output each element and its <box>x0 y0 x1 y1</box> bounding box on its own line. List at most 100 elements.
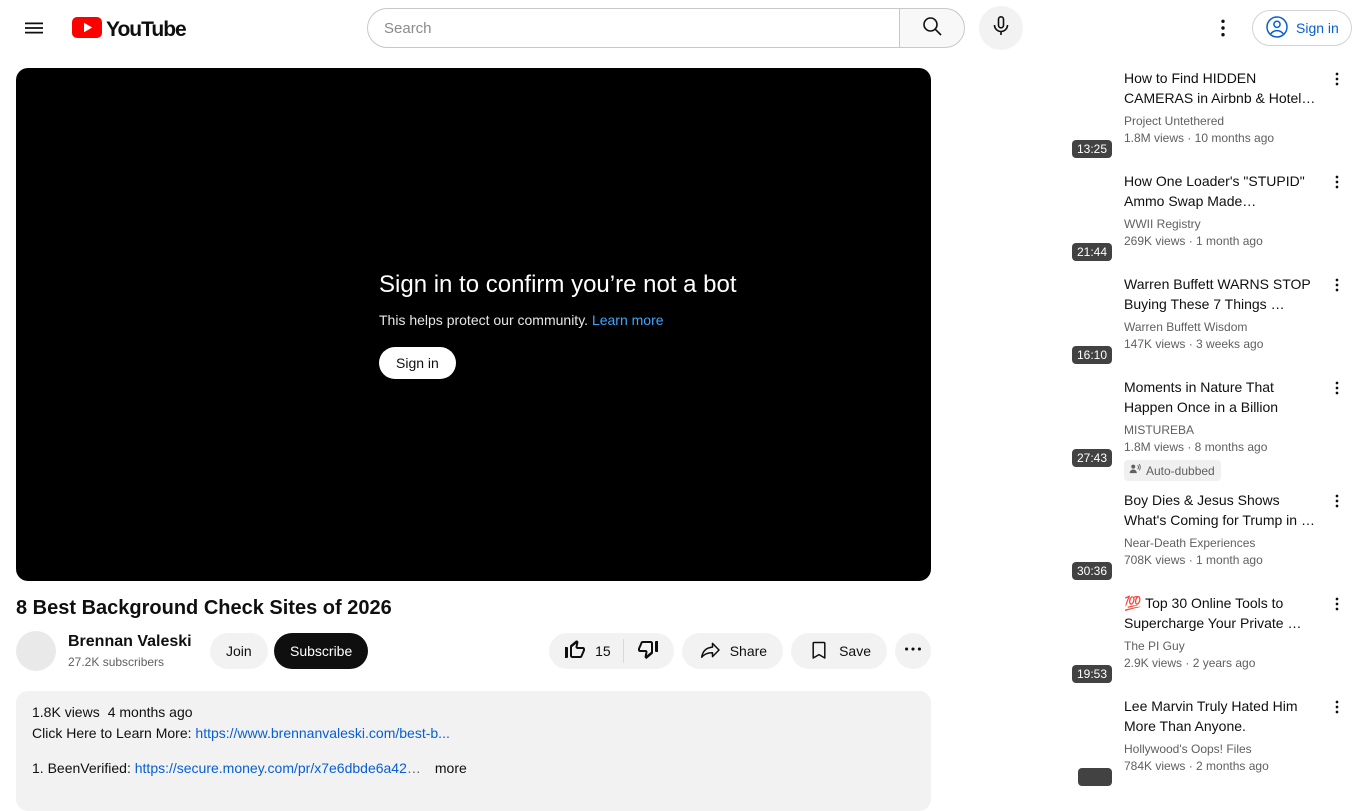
share-arrow-icon <box>698 638 722 665</box>
kebab-vertical-icon <box>1328 597 1346 617</box>
related-video-item[interactable]: 27:43 Moments in Nature That Happen Once… <box>948 377 1350 481</box>
related-video-title[interactable]: 💯 Top 30 Online Tools to Supercharge You… <box>1124 593 1320 633</box>
related-video-meta: 269K views · 1 month ago <box>1124 234 1263 248</box>
channel-subscriber-count: 27.2K subscribers <box>68 655 165 669</box>
channel-avatar[interactable] <box>16 631 56 671</box>
description-box[interactable]: 1.8K views 4 months ago Click Here to Lea… <box>16 691 931 811</box>
learn-more-link[interactable]: Learn more <box>592 312 664 328</box>
youtube-play-icon <box>72 17 102 43</box>
related-video-options-button[interactable] <box>1328 492 1348 516</box>
video-info: Lee Marvin Truly Hated Him More Than Any… <box>1124 696 1320 775</box>
description-stats: 1.8K views 4 months ago <box>32 702 915 722</box>
duration-badge <box>1078 768 1112 786</box>
related-video-meta: 1.8M views · 10 months ago <box>1124 131 1275 145</box>
related-video-meta: 708K views · 1 month ago <box>1124 553 1263 567</box>
related-video-meta: 2.9K views · 2 years ago <box>1124 656 1256 670</box>
channel-action-row: Brennan Valeski 27.2K subscribers Join S… <box>16 630 931 674</box>
kebab-vertical-icon <box>1328 72 1346 92</box>
related-video-options-button[interactable] <box>1328 173 1348 197</box>
video-thumbnail[interactable]: 21:44 <box>948 171 1116 265</box>
related-video-item[interactable]: 13:25 How to Find HIDDEN CAMERAS in Airb… <box>948 68 1350 162</box>
video-info: How to Find HIDDEN CAMERAS in Airbnb & H… <box>1124 68 1320 147</box>
related-video-channel[interactable]: The PI Guy <box>1124 638 1320 654</box>
video-thumbnail[interactable]: 27:43 <box>948 377 1116 471</box>
related-video-title[interactable]: How One Loader's "STUPID" Ammo Swap Made… <box>1124 171 1320 211</box>
save-button[interactable]: Save <box>791 633 887 669</box>
dislike-button[interactable] <box>624 633 674 669</box>
description-link-2[interactable]: https://secure.money.com/pr/x7e6dbde6a42 <box>135 760 407 776</box>
ellipsis-horizontal-icon <box>902 638 924 665</box>
related-video-title[interactable]: Warren Buffett WARNS STOP Buying These 7… <box>1124 274 1320 314</box>
thumb-up-icon <box>563 638 587 665</box>
share-button[interactable]: Share <box>681 633 784 669</box>
related-video-title[interactable]: Moments in Nature That Happen Once in a … <box>1124 377 1320 417</box>
video-thumbnail[interactable]: 19:53 <box>948 593 1116 687</box>
related-video-item[interactable]: 19:53 💯 Top 30 Online Tools to Superchar… <box>948 593 1350 687</box>
like-count: 15 <box>595 643 611 659</box>
kebab-vertical-icon <box>1328 278 1346 298</box>
bot-check-subtitle: This helps protect our community. <box>379 311 589 328</box>
related-video-meta: 1.8M views · 8 months ago <box>1124 440 1268 454</box>
search-icon <box>920 14 944 43</box>
hamburger-menu-icon[interactable] <box>22 16 46 40</box>
related-video-channel[interactable]: Warren Buffett Wisdom <box>1124 319 1320 335</box>
video-info: Moments in Nature That Happen Once in a … <box>1124 377 1320 481</box>
kebab-vertical-icon <box>1328 494 1346 514</box>
like-button[interactable]: 15 <box>549 633 623 669</box>
related-video-title[interactable]: Boy Dies & Jesus Shows What's Coming for… <box>1124 490 1320 530</box>
related-video-item[interactable]: Lee Marvin Truly Hated Him More Than Any… <box>948 696 1350 790</box>
search-input[interactable] <box>367 8 899 48</box>
related-video-channel[interactable]: Project Untethered <box>1124 113 1320 129</box>
video-thumbnail[interactable]: 13:25 <box>948 68 1116 162</box>
related-video-channel[interactable]: Near-Death Experiences <box>1124 535 1320 551</box>
related-video-item[interactable]: 21:44 How One Loader's "STUPID" Ammo Swa… <box>948 171 1350 265</box>
search-bar <box>367 8 965 48</box>
duration-badge: 21:44 <box>1071 243 1112 261</box>
upload-age: 4 months ago <box>107 704 193 720</box>
video-thumbnail[interactable] <box>948 696 1116 790</box>
kebab-vertical-icon <box>1328 175 1346 195</box>
channel-name[interactable]: Brennan Valeski <box>68 633 192 651</box>
more-actions-button[interactable] <box>895 633 931 669</box>
kebab-vertical-icon <box>1328 700 1346 720</box>
related-video-item[interactable]: 30:36 Boy Dies & Jesus Shows What's Comi… <box>948 490 1350 584</box>
related-video-options-button[interactable] <box>1328 70 1348 94</box>
related-video-options-button[interactable] <box>1328 379 1348 403</box>
duration-badge: 16:10 <box>1071 346 1112 364</box>
join-button[interactable]: Join <box>210 633 268 669</box>
thumb-down-icon <box>636 637 660 666</box>
related-video-meta: 784K views · 2 months ago <box>1124 759 1269 773</box>
video-info: Boy Dies & Jesus Shows What's Coming for… <box>1124 490 1320 569</box>
related-video-channel[interactable]: WWII Registry <box>1124 216 1320 232</box>
video-thumbnail[interactable]: 16:10 <box>948 274 1116 368</box>
description-more-button[interactable]: more <box>435 760 467 776</box>
auto-dubbed-badge: Auto-dubbed <box>1124 460 1221 481</box>
speaking-person-icon <box>1128 462 1142 479</box>
related-video-title[interactable]: Lee Marvin Truly Hated Him More Than Any… <box>1124 696 1320 736</box>
description-link-1[interactable]: https://www.brennanvaleski.com/best-b... <box>195 725 449 741</box>
youtube-logo[interactable]: YouTube <box>72 17 187 43</box>
related-video-title[interactable]: How to Find HIDDEN CAMERAS in Airbnb & H… <box>1124 68 1320 108</box>
description-text: Click Here to Learn More: <box>32 725 196 741</box>
bot-check-title: Sign in to confirm you’re not a bot <box>379 270 737 298</box>
related-video-options-button[interactable] <box>1328 276 1348 300</box>
video-player[interactable]: Sign in to confirm you’re not a bot This… <box>16 68 931 581</box>
related-video-meta: 147K views · 3 weeks ago <box>1124 337 1264 351</box>
duration-badge: 27:43 <box>1071 449 1112 467</box>
related-video-item[interactable]: 16:10 Warren Buffett WARNS STOP Buying T… <box>948 274 1350 368</box>
related-video-options-button[interactable] <box>1328 698 1348 722</box>
description-text-2: 1. BeenVerified: <box>32 760 135 776</box>
kebab-vertical-icon <box>1328 381 1346 401</box>
related-video-options-button[interactable] <box>1328 595 1348 619</box>
youtube-wordmark: YouTube <box>106 18 187 41</box>
video-action-buttons: 15 Share Save <box>549 633 931 669</box>
player-sign-in-button[interactable]: Sign in <box>379 346 456 379</box>
related-video-channel[interactable]: MISTUREBA <box>1124 422 1320 438</box>
video-title-heading: 8 Best Background Check Sites of 2026 <box>16 597 392 619</box>
subscribe-button[interactable]: Subscribe <box>274 633 369 669</box>
share-label: Share <box>729 643 768 659</box>
related-video-channel[interactable]: Hollywood's Oops! Files <box>1124 741 1320 757</box>
video-thumbnail[interactable]: 30:36 <box>948 490 1116 584</box>
duration-badge: 30:36 <box>1071 562 1112 580</box>
related-videos-sidebar: 13:25 How to Find HIDDEN CAMERAS in Airb… <box>948 0 1350 786</box>
